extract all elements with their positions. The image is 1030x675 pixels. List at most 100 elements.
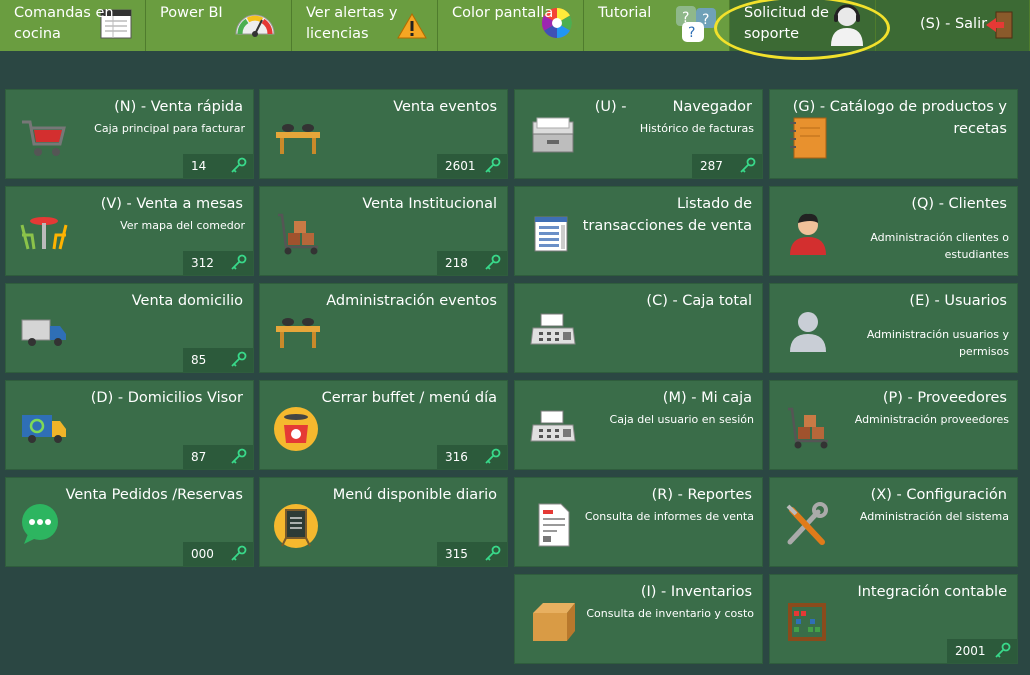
topbar-label: Ver alertas y licencias — [306, 5, 398, 42]
badge-count: 218 — [445, 256, 468, 270]
tile-title: Listado de transacciones de venta — [582, 196, 752, 234]
tile-navegador[interactable]: (U) - Navegador Histórico de facturas 28… — [514, 89, 763, 179]
hand-truck-boxes-icon — [788, 407, 828, 449]
delivery-truck-recycle-icon — [22, 415, 66, 443]
tile-menu-disponible-diario[interactable]: Menú disponible diario 315 — [259, 477, 508, 567]
tile-title: Venta eventos — [393, 99, 497, 115]
tile-cerrar-buffet[interactable]: Cerrar buffet / menú día 316 — [259, 380, 508, 470]
tile-subtitle: Histórico de facturas — [639, 122, 754, 135]
report-document-icon — [538, 503, 570, 547]
restaurant-table-icon — [20, 217, 68, 250]
topbar-tutorial[interactable]: Tutorial ? ? ? — [584, 0, 730, 51]
topbar-power-bi[interactable]: Power BI — [146, 0, 292, 51]
topbar-solicitud-soporte[interactable]: Solicitud de soporte — [730, 0, 876, 51]
abacus-icon — [788, 603, 826, 641]
topbar-label: Tutorial — [598, 5, 652, 21]
tile-subtitle: Administración del sistema — [859, 510, 1009, 523]
topbar-color-pantalla[interactable]: Color pantalla — [438, 0, 584, 51]
user-silhouette-icon — [790, 312, 826, 352]
tile-reportes[interactable]: (R) - Reportes Consulta de informes de v… — [514, 477, 763, 567]
tile-title: Venta Institucional — [362, 196, 497, 212]
badge-count: 2601 — [445, 159, 476, 173]
topbar-label: Power BI — [160, 5, 223, 21]
tile-title: (I) - Inventarios — [640, 584, 752, 600]
badge-count: 2001 — [955, 644, 986, 658]
exit-door-icon — [986, 11, 1013, 39]
tile-venta-pedidos-reservas[interactable]: Venta Pedidos /Reservas 000 — [5, 477, 254, 567]
tile-integracion-contable[interactable]: Integración contable 2001 — [769, 574, 1018, 664]
tile-subtitle: Administración proveedores — [854, 413, 1009, 426]
file-drawer-icon — [532, 117, 574, 153]
tile-title: (E) - Usuarios — [909, 293, 1007, 309]
tile-domicilios-visor[interactable]: (D) - Domicilios Visor 87 — [5, 380, 254, 470]
delivery-truck-icon — [21, 319, 66, 346]
recipe-book-icon — [790, 117, 827, 159]
tile-configuracion[interactable]: (X) - Configuración Administración del s… — [769, 477, 1018, 567]
tile-venta-rapida[interactable]: (N) - Venta rápida Caja principal para f… — [5, 89, 254, 179]
customer-icon — [790, 213, 826, 255]
tile-counter-badge: 87 — [183, 445, 253, 469]
shopping-cart-icon — [22, 120, 66, 156]
tile-clientes[interactable]: (Q) - Clientes Administración clientes o… — [769, 186, 1018, 276]
key-icon — [231, 351, 247, 367]
tile-subtitle: Caja principal para facturar — [94, 122, 245, 135]
event-tables-icon — [276, 318, 320, 348]
topbar-comandas-cocina[interactable]: Comandas en cocina — [0, 0, 146, 51]
cardboard-box-icon — [533, 603, 575, 641]
tile-venta-domicilio[interactable]: Venta domicilio 85 — [5, 283, 254, 373]
top-menu-bar: Comandas en cocina Power BI Ver alertas … — [0, 0, 1030, 51]
list-form-icon — [534, 216, 568, 252]
key-icon — [485, 254, 501, 270]
tile-counter-badge: 2601 — [437, 154, 507, 178]
tile-subtitle: Consulta de inventario y costo — [586, 607, 754, 620]
tile-proveedores[interactable]: (P) - Proveedores Administración proveed… — [769, 380, 1018, 470]
cash-register-icon — [530, 410, 576, 442]
key-icon — [740, 157, 756, 173]
tile-usuarios[interactable]: (E) - Usuarios Administración usuarios y… — [769, 283, 1018, 373]
topbar-alertas-licencias[interactable]: Ver alertas y licencias — [292, 0, 438, 51]
topbar-label: (S) - Salir — [920, 16, 988, 32]
tile-inventarios[interactable]: (I) - Inventarios Consulta de inventario… — [514, 574, 763, 664]
tile-counter-badge: 287 — [692, 154, 762, 178]
tile-catalogo[interactable]: (G) - Catálogo de productos y recetas — [769, 89, 1018, 179]
kitchen-scale-icon — [274, 407, 318, 451]
tile-listado-transacciones[interactable]: Listado de transacciones de venta — [514, 186, 763, 276]
tile-counter-badge: 2001 — [947, 639, 1017, 663]
help-bubbles-icon: ? ? ? — [676, 6, 716, 42]
tile-subtitle: Consulta de informes de venta — [584, 510, 754, 523]
hand-truck-boxes-icon — [278, 213, 318, 255]
tile-title: (U) - Navegador — [594, 99, 752, 115]
tile-title: (D) - Domicilios Visor — [90, 390, 243, 406]
topbar-salir[interactable]: (S) - Salir — [876, 0, 1030, 51]
tile-counter-badge: 312 — [183, 251, 253, 275]
badge-count: 287 — [700, 159, 723, 173]
chat-bubble-icon — [22, 504, 58, 544]
tile-title: (C) - Caja total — [646, 293, 752, 309]
tile-administracion-eventos[interactable]: Administración eventos — [259, 283, 508, 373]
tile-title: (V) - Venta a mesas — [100, 196, 243, 212]
key-icon — [231, 545, 247, 561]
badge-count: 85 — [191, 353, 207, 367]
svg-text:?: ? — [688, 25, 695, 41]
tile-subtitle: Administración clientes o estudiantes — [870, 231, 1009, 261]
tile-title: (X) - Configuración — [870, 487, 1007, 503]
tile-counter-badge: 316 — [437, 445, 507, 469]
tile-venta-institucional[interactable]: Venta Institucional 218 — [259, 186, 508, 276]
key-icon — [485, 157, 501, 173]
tile-caja-total[interactable]: (C) - Caja total — [514, 283, 763, 373]
key-icon — [995, 642, 1011, 658]
support-agent-icon — [831, 4, 863, 46]
warning-icon — [397, 13, 427, 39]
tile-mi-caja[interactable]: (M) - Mi caja Caja del usuario en sesión — [514, 380, 763, 470]
tile-title: (Q) - Clientes — [911, 196, 1007, 212]
badge-count: 000 — [191, 547, 214, 561]
key-icon — [231, 448, 247, 464]
gauge-icon — [235, 14, 275, 37]
tile-venta-mesas[interactable]: (V) - Venta a mesas Ver mapa del comedor… — [5, 186, 254, 276]
tile-venta-eventos[interactable]: Venta eventos 2601 — [259, 89, 508, 179]
cash-register-icon — [530, 313, 576, 345]
tile-title: Venta domicilio — [131, 293, 243, 309]
tile-subtitle: Caja del usuario en sesión — [609, 413, 754, 426]
topbar-label: Solicitud de soporte — [744, 5, 829, 42]
tile-title: (M) - Mi caja — [662, 390, 752, 406]
